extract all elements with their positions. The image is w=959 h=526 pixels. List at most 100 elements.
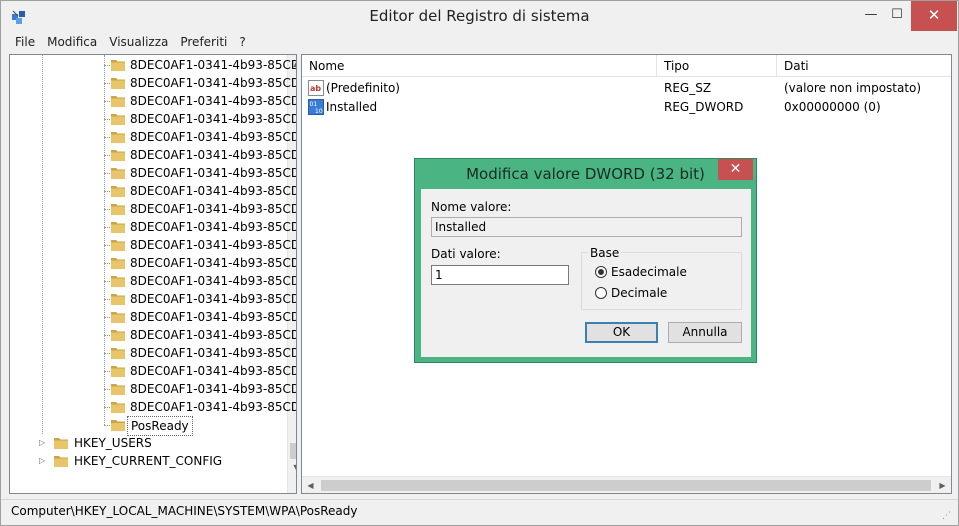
list-horizontal-scrollbar[interactable]: ◀ ▶ <box>302 476 951 493</box>
folder-icon <box>110 346 126 360</box>
menu-bar: File Modifica Visualizza Preferiti? <box>9 33 252 51</box>
radio-decimal[interactable] <box>595 287 607 299</box>
value-name-field: Installed <box>431 217 742 237</box>
close-button[interactable]: ✕ <box>911 1 957 31</box>
folder-icon <box>110 400 126 414</box>
menu-help[interactable]: ? <box>233 33 251 51</box>
tree-item-guid[interactable]: 8DEC0AF1-0341-4b93-85CD- <box>10 146 296 164</box>
tree-item-guid[interactable]: 8DEC0AF1-0341-4b93-85CD- <box>10 272 296 290</box>
tree-item-label: 8DEC0AF1-0341-4b93-85CD- <box>130 148 297 162</box>
list-scroll-thumb[interactable] <box>321 480 931 491</box>
status-bar: Computer\HKEY_LOCAL_MACHINE\SYSTEM\WPA\P… <box>1 499 958 525</box>
scroll-left-arrow-icon[interactable]: ◀ <box>302 477 319 493</box>
tree-item-guid[interactable]: 8DEC0AF1-0341-4b93-85CD- <box>10 290 296 308</box>
tree-item-guid[interactable]: 8DEC0AF1-0341-4b93-85CD- <box>10 218 296 236</box>
tree-item-guid[interactable]: 8DEC0AF1-0341-4b93-85CD- <box>10 362 296 380</box>
tree-item-guid[interactable]: 8DEC0AF1-0341-4b93-85CD- <box>10 74 296 92</box>
ok-button[interactable]: OK <box>585 322 658 343</box>
value-data: (valore non impostato) <box>784 81 922 95</box>
tree-item-label: 8DEC0AF1-0341-4b93-85CD- <box>130 130 297 144</box>
folder-icon <box>110 364 126 378</box>
scroll-right-arrow-icon[interactable]: ▶ <box>934 477 951 493</box>
tree-item-guid[interactable]: 8DEC0AF1-0341-4b93-85CD- <box>10 398 296 416</box>
folder-icon <box>110 130 126 144</box>
tree-item-label: 8DEC0AF1-0341-4b93-85CD- <box>130 94 297 108</box>
tree-item-guid[interactable]: 8DEC0AF1-0341-4b93-85CD- <box>10 380 296 398</box>
base-groupbox-title: Base <box>588 246 622 260</box>
list-item[interactable]: 01 10 Installed REG_DWORD 0x00000000 (0) <box>302 98 951 117</box>
radio-hexadecimal-label[interactable]: Esadecimale <box>611 265 687 279</box>
tree-item-guid[interactable]: 8DEC0AF1-0341-4b93-85CD- <box>10 92 296 110</box>
tree-item-label: 8DEC0AF1-0341-4b93-85CD- <box>130 166 297 180</box>
folder-icon <box>110 310 126 324</box>
tree-item-label: HKEY_USERS <box>74 436 152 450</box>
folder-icon <box>110 166 126 180</box>
registry-tree[interactable]: ▲ ▼ 8DEC0AF1-0341-4b93-85CD-8DEC0AF1-034… <box>9 54 297 494</box>
tree-item-guid[interactable]: 8DEC0AF1-0341-4b93-85CD- <box>10 164 296 182</box>
value-data-input[interactable] <box>431 265 569 285</box>
maximize-button[interactable]: ☐ <box>884 1 910 31</box>
tree-item-label: 8DEC0AF1-0341-4b93-85CD- <box>130 328 297 342</box>
tree-item-guid[interactable]: 8DEC0AF1-0341-4b93-85CD- <box>10 236 296 254</box>
list-header: Nome Tipo Dati <box>302 55 951 77</box>
base-groupbox <box>581 252 742 310</box>
title-bar[interactable]: Editor del Registro di sistema — ☐ ✕ <box>1 1 958 31</box>
resize-grip-icon[interactable]: ⋰ <box>942 511 952 521</box>
column-header-data[interactable]: Dati <box>777 55 951 77</box>
tree-item-label: 8DEC0AF1-0341-4b93-85CD- <box>130 292 297 306</box>
radio-decimal-label[interactable]: Decimale <box>611 286 667 300</box>
cancel-button[interactable]: Annulla <box>668 322 742 343</box>
tree-item-guid[interactable]: 8DEC0AF1-0341-4b93-85CD- <box>10 56 296 74</box>
menu-preferiti[interactable]: Preferiti <box>174 33 233 51</box>
minimize-button[interactable]: — <box>858 1 884 31</box>
dialog-close-button[interactable]: ✕ <box>718 159 753 180</box>
column-header-type[interactable]: Tipo <box>657 55 777 77</box>
menu-visualizza[interactable]: Visualizza <box>103 33 174 51</box>
folder-icon <box>53 436 69 450</box>
tree-scroll-thumb[interactable] <box>290 443 296 459</box>
menu-modifica[interactable]: Modifica <box>41 33 103 51</box>
tree-item-guid[interactable]: 8DEC0AF1-0341-4b93-85CD- <box>10 128 296 146</box>
edit-dword-dialog: Modifica valore DWORD (32 bit) ✕ Nome va… <box>414 158 757 363</box>
column-header-name[interactable]: Nome <box>302 55 657 77</box>
folder-icon <box>110 220 126 234</box>
tree-item-label: 8DEC0AF1-0341-4b93-85CD- <box>130 256 297 270</box>
tree-item-label: 8DEC0AF1-0341-4b93-85CD- <box>130 400 297 414</box>
tree-item-label: 8DEC0AF1-0341-4b93-85CD- <box>130 310 297 324</box>
expand-arrow-icon[interactable]: ▷ <box>39 456 47 466</box>
tree-item-guid[interactable]: 8DEC0AF1-0341-4b93-85CD- <box>10 344 296 362</box>
radio-hexadecimal[interactable] <box>595 266 607 278</box>
tree-item-label: 8DEC0AF1-0341-4b93-85CD- <box>130 76 297 90</box>
tree-item-guid[interactable]: 8DEC0AF1-0341-4b93-85CD- <box>10 254 296 272</box>
tree-item-guid[interactable]: 8DEC0AF1-0341-4b93-85CD- <box>10 200 296 218</box>
folder-icon <box>110 328 126 342</box>
tree-item-label: 8DEC0AF1-0341-4b93-85CD- <box>130 238 297 252</box>
value-data: 0x00000000 (0) <box>784 100 881 114</box>
status-path: Computer\HKEY_LOCAL_MACHINE\SYSTEM\WPA\P… <box>11 504 358 518</box>
tree-item-label: 8DEC0AF1-0341-4b93-85CD- <box>130 112 297 126</box>
tree-item-root[interactable]: ▷ HKEY_USERS <box>10 434 286 452</box>
tree-item-label: 8DEC0AF1-0341-4b93-85CD- <box>130 274 297 288</box>
folder-icon <box>53 454 69 468</box>
binary-value-icon: 01 10 <box>308 99 324 115</box>
tree-item-posready[interactable]: PosReady <box>10 416 286 436</box>
list-item[interactable]: ab (Predefinito) REG_SZ (valore non impo… <box>302 79 951 98</box>
value-name: (Predefinito) <box>326 81 400 95</box>
tree-item-label: PosReady <box>127 416 193 436</box>
menu-file[interactable]: File <box>9 33 41 51</box>
folder-icon <box>110 112 126 126</box>
expand-arrow-icon[interactable]: ▷ <box>39 438 47 448</box>
value-name: Installed <box>326 100 378 114</box>
folder-icon <box>110 292 126 306</box>
folder-icon <box>110 202 126 216</box>
tree-item-guid[interactable]: 8DEC0AF1-0341-4b93-85CD- <box>10 182 296 200</box>
tree-item-guid[interactable]: 8DEC0AF1-0341-4b93-85CD- <box>10 326 296 344</box>
tree-item-guid[interactable]: 8DEC0AF1-0341-4b93-85CD- <box>10 110 296 128</box>
string-value-icon: ab <box>308 80 324 96</box>
tree-item-guid[interactable]: 8DEC0AF1-0341-4b93-85CD- <box>10 308 296 326</box>
tree-item-root[interactable]: ▷ HKEY_CURRENT_CONFIG <box>10 452 286 470</box>
folder-icon <box>110 184 126 198</box>
folder-icon <box>110 148 126 162</box>
scroll-down-arrow-icon[interactable]: ▼ <box>288 459 296 476</box>
folder-icon <box>110 238 126 252</box>
